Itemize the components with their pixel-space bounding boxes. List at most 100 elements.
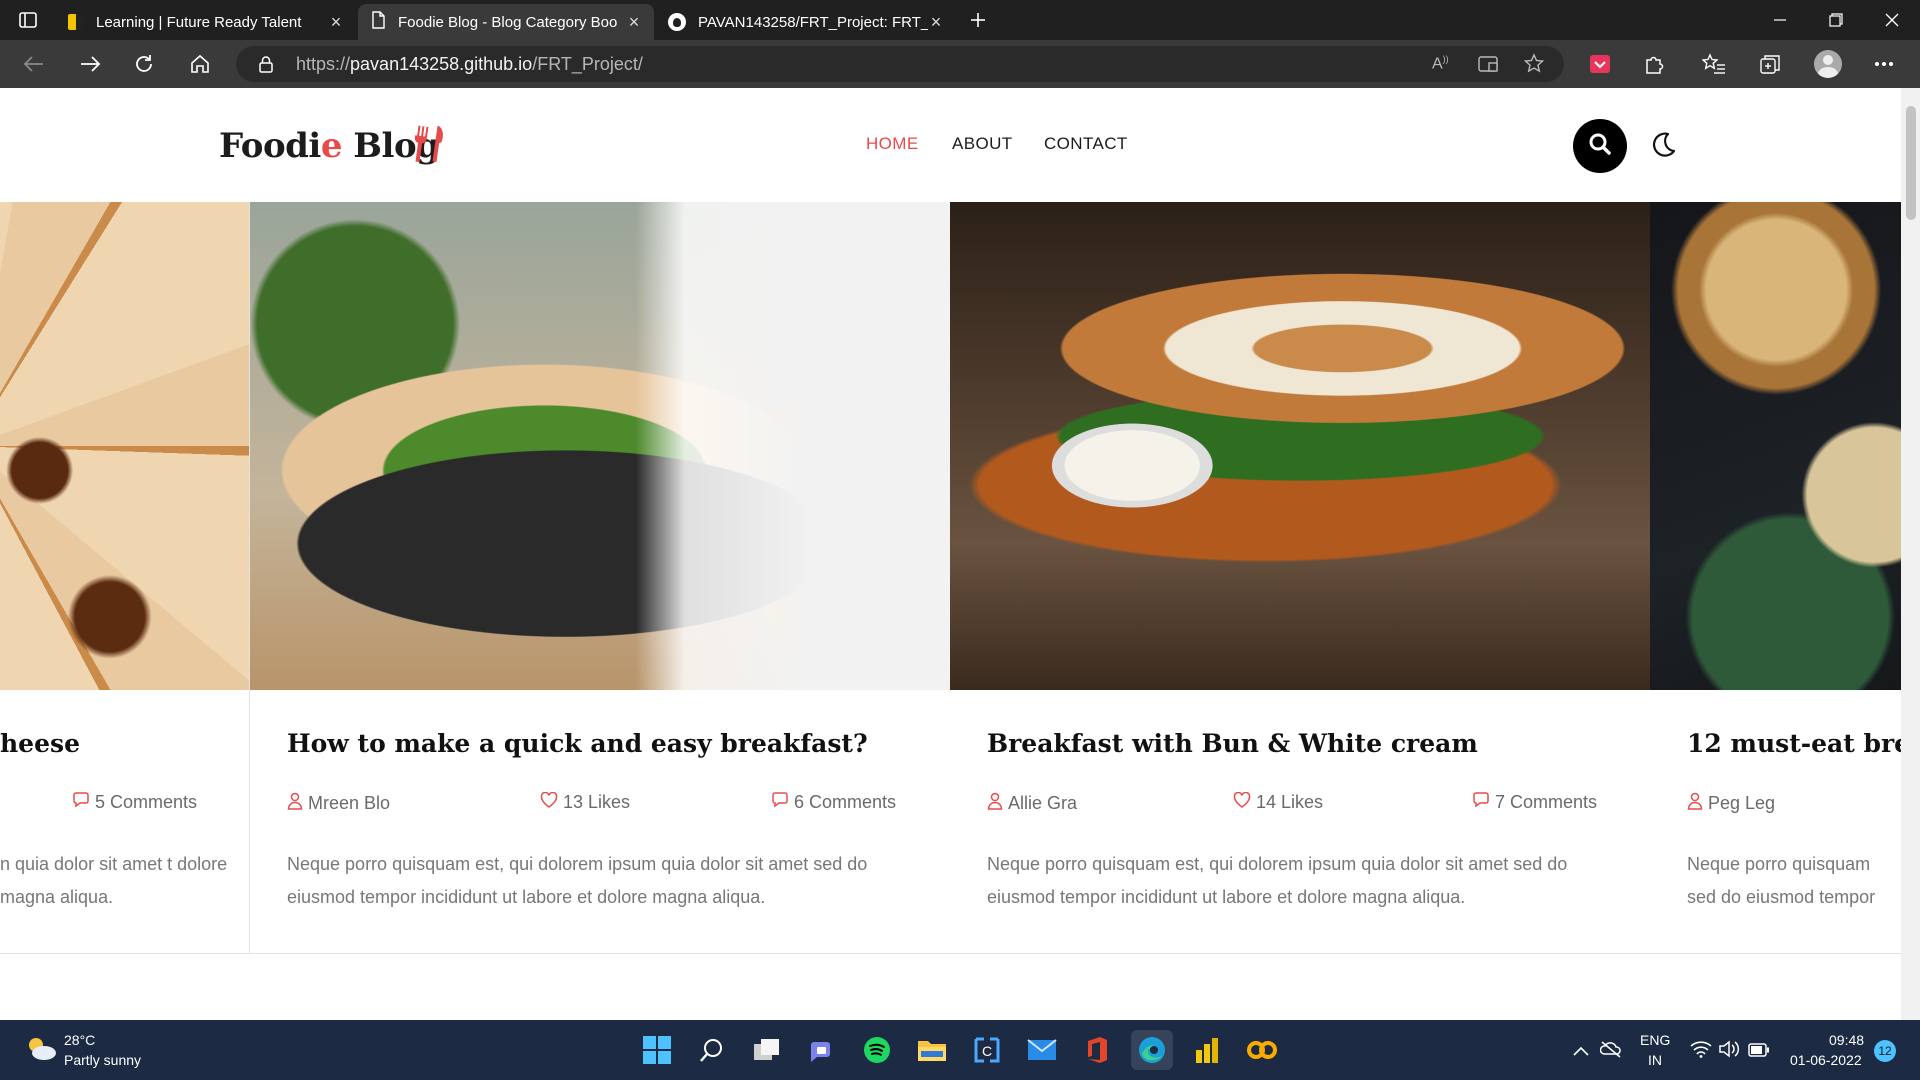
author-name[interactable]: Mreen Blo [308,793,390,814]
author-meta: Peg Leg [1687,792,1775,815]
notification-badge[interactable]: 12 [1874,1040,1896,1062]
tab-github[interactable]: PAVAN143258/FRT_Project: FRT_I × [656,4,956,40]
blog-card[interactable]: 12 must-eat brea Peg Leg Neque porro qui… [1650,202,1901,954]
pizza-image [0,202,249,690]
tab-foodie-blog[interactable]: Foodie Blog - Blog Category Boo × [358,4,654,40]
nav-home[interactable]: HOME [866,134,919,154]
extension-pocket-icon[interactable] [1582,48,1618,80]
office-icon[interactable] [1076,1030,1118,1070]
tab-actions-icon[interactable] [10,4,46,36]
windows-taskbar: 28°C Partly sunny C ENG IN 09:48 01-06-2… [0,1020,1920,1080]
card-title[interactable]: 12 must-eat brea [1687,729,1901,758]
close-icon[interactable]: × [928,12,944,33]
weather-partly-sunny-icon[interactable] [24,1034,58,1066]
close-window-button[interactable] [1864,0,1920,40]
nav-about[interactable]: ABOUT [952,134,1013,154]
read-aloud-icon[interactable]: A)) [1432,54,1449,73]
heart-icon[interactable] [540,791,558,813]
search-button[interactable] [1573,119,1627,173]
browser-toolbar: https://pavan143258.github.io/FRT_Projec… [0,40,1920,88]
author-meta: Allie Gra [987,792,1077,815]
card-description: Neque porro quisquam est, qui dolorem ip… [287,854,868,907]
card-title[interactable]: heese [0,729,80,758]
card-description: Neque porro quisquam est, qui dolorem ip… [987,854,1568,907]
address-bar[interactable]: https://pavan143258.github.io/FRT_Projec… [236,46,1564,82]
onedrive-icon[interactable] [1599,1040,1622,1062]
code-editor-icon[interactable]: C [966,1030,1008,1070]
comment-icon[interactable] [1472,792,1490,813]
close-icon[interactable]: × [626,12,642,33]
favorite-star-icon[interactable] [1523,53,1546,79]
collections-icon[interactable] [1752,48,1788,80]
teams-chat-icon[interactable] [801,1030,843,1070]
comment-icon [72,792,90,813]
edge-browser-icon[interactable] [1131,1030,1173,1070]
comments-meta: 5 Comments [72,792,197,813]
svg-text:C: C [982,1043,992,1059]
lock-icon [258,55,274,77]
salad-bowl-image [250,202,950,690]
minimize-button[interactable] [1752,0,1808,40]
user-icon [1687,792,1703,815]
clock-date[interactable]: 01-06-2022 [1790,1052,1862,1068]
likes-count: 14 Likes [1256,792,1324,812]
github-icon [668,13,686,31]
battery-icon[interactable] [1748,1042,1770,1061]
forward-arrow-icon[interactable] [72,48,108,80]
favorites-icon[interactable] [1696,48,1732,80]
comments-count: 7 Comments [1495,792,1598,812]
nav-contact[interactable]: CONTACT [1044,134,1128,154]
weather-temperature[interactable]: 28°C [64,1032,95,1048]
file-explorer-icon[interactable] [911,1030,953,1070]
heart-icon[interactable] [1233,791,1251,813]
language-region[interactable]: IN [1648,1052,1662,1068]
wifi-icon[interactable] [1690,1040,1712,1062]
fork-knife-icon [410,124,446,168]
author-name[interactable]: Allie Gra [1008,793,1077,814]
spotify-icon[interactable] [856,1030,898,1070]
clock-time[interactable]: 09:48 [1829,1032,1864,1048]
weather-description[interactable]: Partly sunny [64,1052,141,1068]
tab-title: Learning | Future Ready Talent [96,13,302,31]
back-arrow-icon[interactable] [16,48,52,80]
likes-count: 13 Likes [563,792,631,812]
tab-title: PAVAN143258/FRT_Project: FRT_I [698,13,928,31]
card-title[interactable]: How to make a quick and easy breakfast? [287,729,868,758]
dark-mode-moon-icon[interactable] [1648,130,1678,164]
blog-card[interactable]: How to make a quick and easy breakfast? … [250,202,951,954]
volume-icon[interactable] [1718,1040,1740,1062]
search-icon [1588,132,1612,160]
scrollbar-thumb[interactable] [1906,106,1916,220]
likes-meta: 13 Likes [540,791,631,813]
new-tab-button[interactable] [960,4,996,36]
chevron-up-icon[interactable] [1572,1042,1590,1061]
user-icon [287,792,303,815]
extensions-puzzle-icon[interactable] [1636,48,1672,80]
colab-icon[interactable] [1241,1030,1283,1070]
url-text[interactable]: https://pavan143258.github.io/FRT_Projec… [296,54,643,75]
mail-icon[interactable] [1021,1030,1063,1070]
card-title[interactable]: Breakfast with Bun & White cream [987,729,1478,758]
site-logo[interactable]: Foodie Blog [219,126,440,166]
blog-card[interactable]: heese 5 Comments n quia dolor sit amet t… [0,202,250,954]
start-windows-icon[interactable] [636,1030,678,1070]
tab-learning[interactable]: Learning | Future Ready Talent × [56,4,356,40]
comment-icon[interactable] [771,792,789,813]
dessert-image [1650,202,1901,690]
blog-card[interactable]: Breakfast with Bun & White cream Allie G… [950,202,1651,954]
power-bi-icon[interactable] [1186,1030,1228,1070]
task-view-icon[interactable] [746,1030,788,1070]
home-icon[interactable] [182,48,218,80]
profile-avatar-icon[interactable] [1810,48,1846,80]
comments-count: 6 Comments [794,792,897,812]
settings-more-icon[interactable] [1866,48,1902,80]
app-available-icon[interactable] [1478,55,1500,77]
close-icon[interactable]: × [328,12,344,33]
language-code[interactable]: ENG [1640,1032,1670,1048]
refresh-icon[interactable] [126,48,162,80]
author-name[interactable]: Peg Leg [1708,793,1775,814]
page-scrollbar[interactable] [1901,88,1920,1020]
restore-button[interactable] [1808,0,1864,40]
likes-meta: 14 Likes [1233,791,1324,813]
search-icon[interactable] [691,1030,733,1070]
